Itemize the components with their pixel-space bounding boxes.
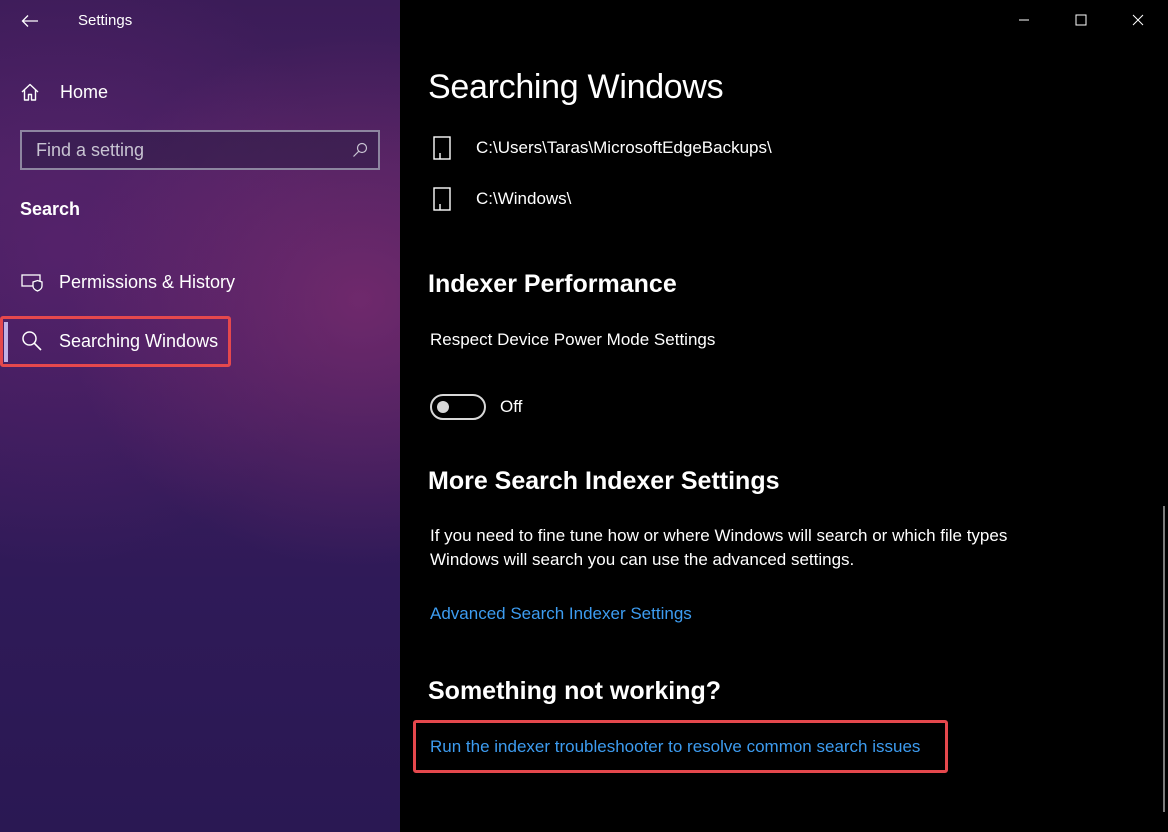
sidebar: Settings Home Find a setting Search Perm… <box>0 0 400 832</box>
sidebar-item-label: Searching Windows <box>59 330 219 351</box>
close-button[interactable] <box>1110 0 1166 40</box>
find-setting-search-input[interactable]: Find a setting <box>20 130 380 170</box>
toggle-state-label: Off <box>500 397 523 416</box>
app-title: Settings <box>78 12 133 29</box>
toggle-knob <box>437 401 449 413</box>
power-mode-toggle[interactable]: Off <box>430 394 522 420</box>
indexer-performance-heading: Indexer Performance <box>428 270 677 298</box>
power-mode-setting-label: Respect Device Power Mode Settings <box>430 330 716 349</box>
home-label: Home <box>60 81 109 102</box>
toggle-switch[interactable] <box>430 394 486 420</box>
search-placeholder: Find a setting <box>36 139 145 160</box>
back-button[interactable] <box>10 6 50 36</box>
sidebar-item-home[interactable]: Home <box>8 74 388 110</box>
minimize-button[interactable] <box>996 0 1052 40</box>
more-settings-description: If you need to fine tune how or where Wi… <box>430 526 1008 569</box>
troubleshoot-heading: Something not working? <box>428 677 722 705</box>
folder-icon <box>432 187 454 211</box>
folder-path: C:\Users\Taras\MicrosoftEdgeBackups\ <box>476 138 772 157</box>
home-icon <box>20 82 48 102</box>
sidebar-item-label: Permissions & History <box>59 271 236 292</box>
advanced-indexer-settings-link[interactable]: Advanced Search Indexer Settings <box>430 604 692 624</box>
sidebar-item-permissions-history[interactable]: Permissions & History <box>8 262 388 302</box>
minimize-icon <box>1019 19 1029 21</box>
maximize-button[interactable] <box>1053 0 1109 40</box>
folder-icon <box>432 136 454 160</box>
section-label-search: Search <box>20 199 81 219</box>
excluded-folder-item[interactable]: C:\Windows\ <box>432 184 571 214</box>
search-icon <box>353 142 368 157</box>
page-title: Searching Windows <box>428 68 724 106</box>
search-icon <box>18 330 46 352</box>
back-arrow-icon <box>21 15 38 27</box>
run-troubleshooter-link[interactable]: Run the indexer troubleshooter to resolv… <box>430 737 920 757</box>
excluded-folder-item[interactable]: C:\Users\Taras\MicrosoftEdgeBackups\ <box>432 133 772 163</box>
more-indexer-settings-heading: More Search Indexer Settings <box>428 467 780 495</box>
scrollbar[interactable] <box>1163 506 1165 812</box>
maximize-icon <box>1075 14 1087 26</box>
permissions-shield-icon <box>18 272 46 292</box>
folder-path: C:\Windows\ <box>476 189 572 208</box>
main-content: Searching Windows C:\Users\Taras\Microso… <box>400 0 1168 832</box>
close-icon <box>1132 14 1144 26</box>
sidebar-item-searching-windows[interactable]: Searching Windows <box>8 321 388 361</box>
